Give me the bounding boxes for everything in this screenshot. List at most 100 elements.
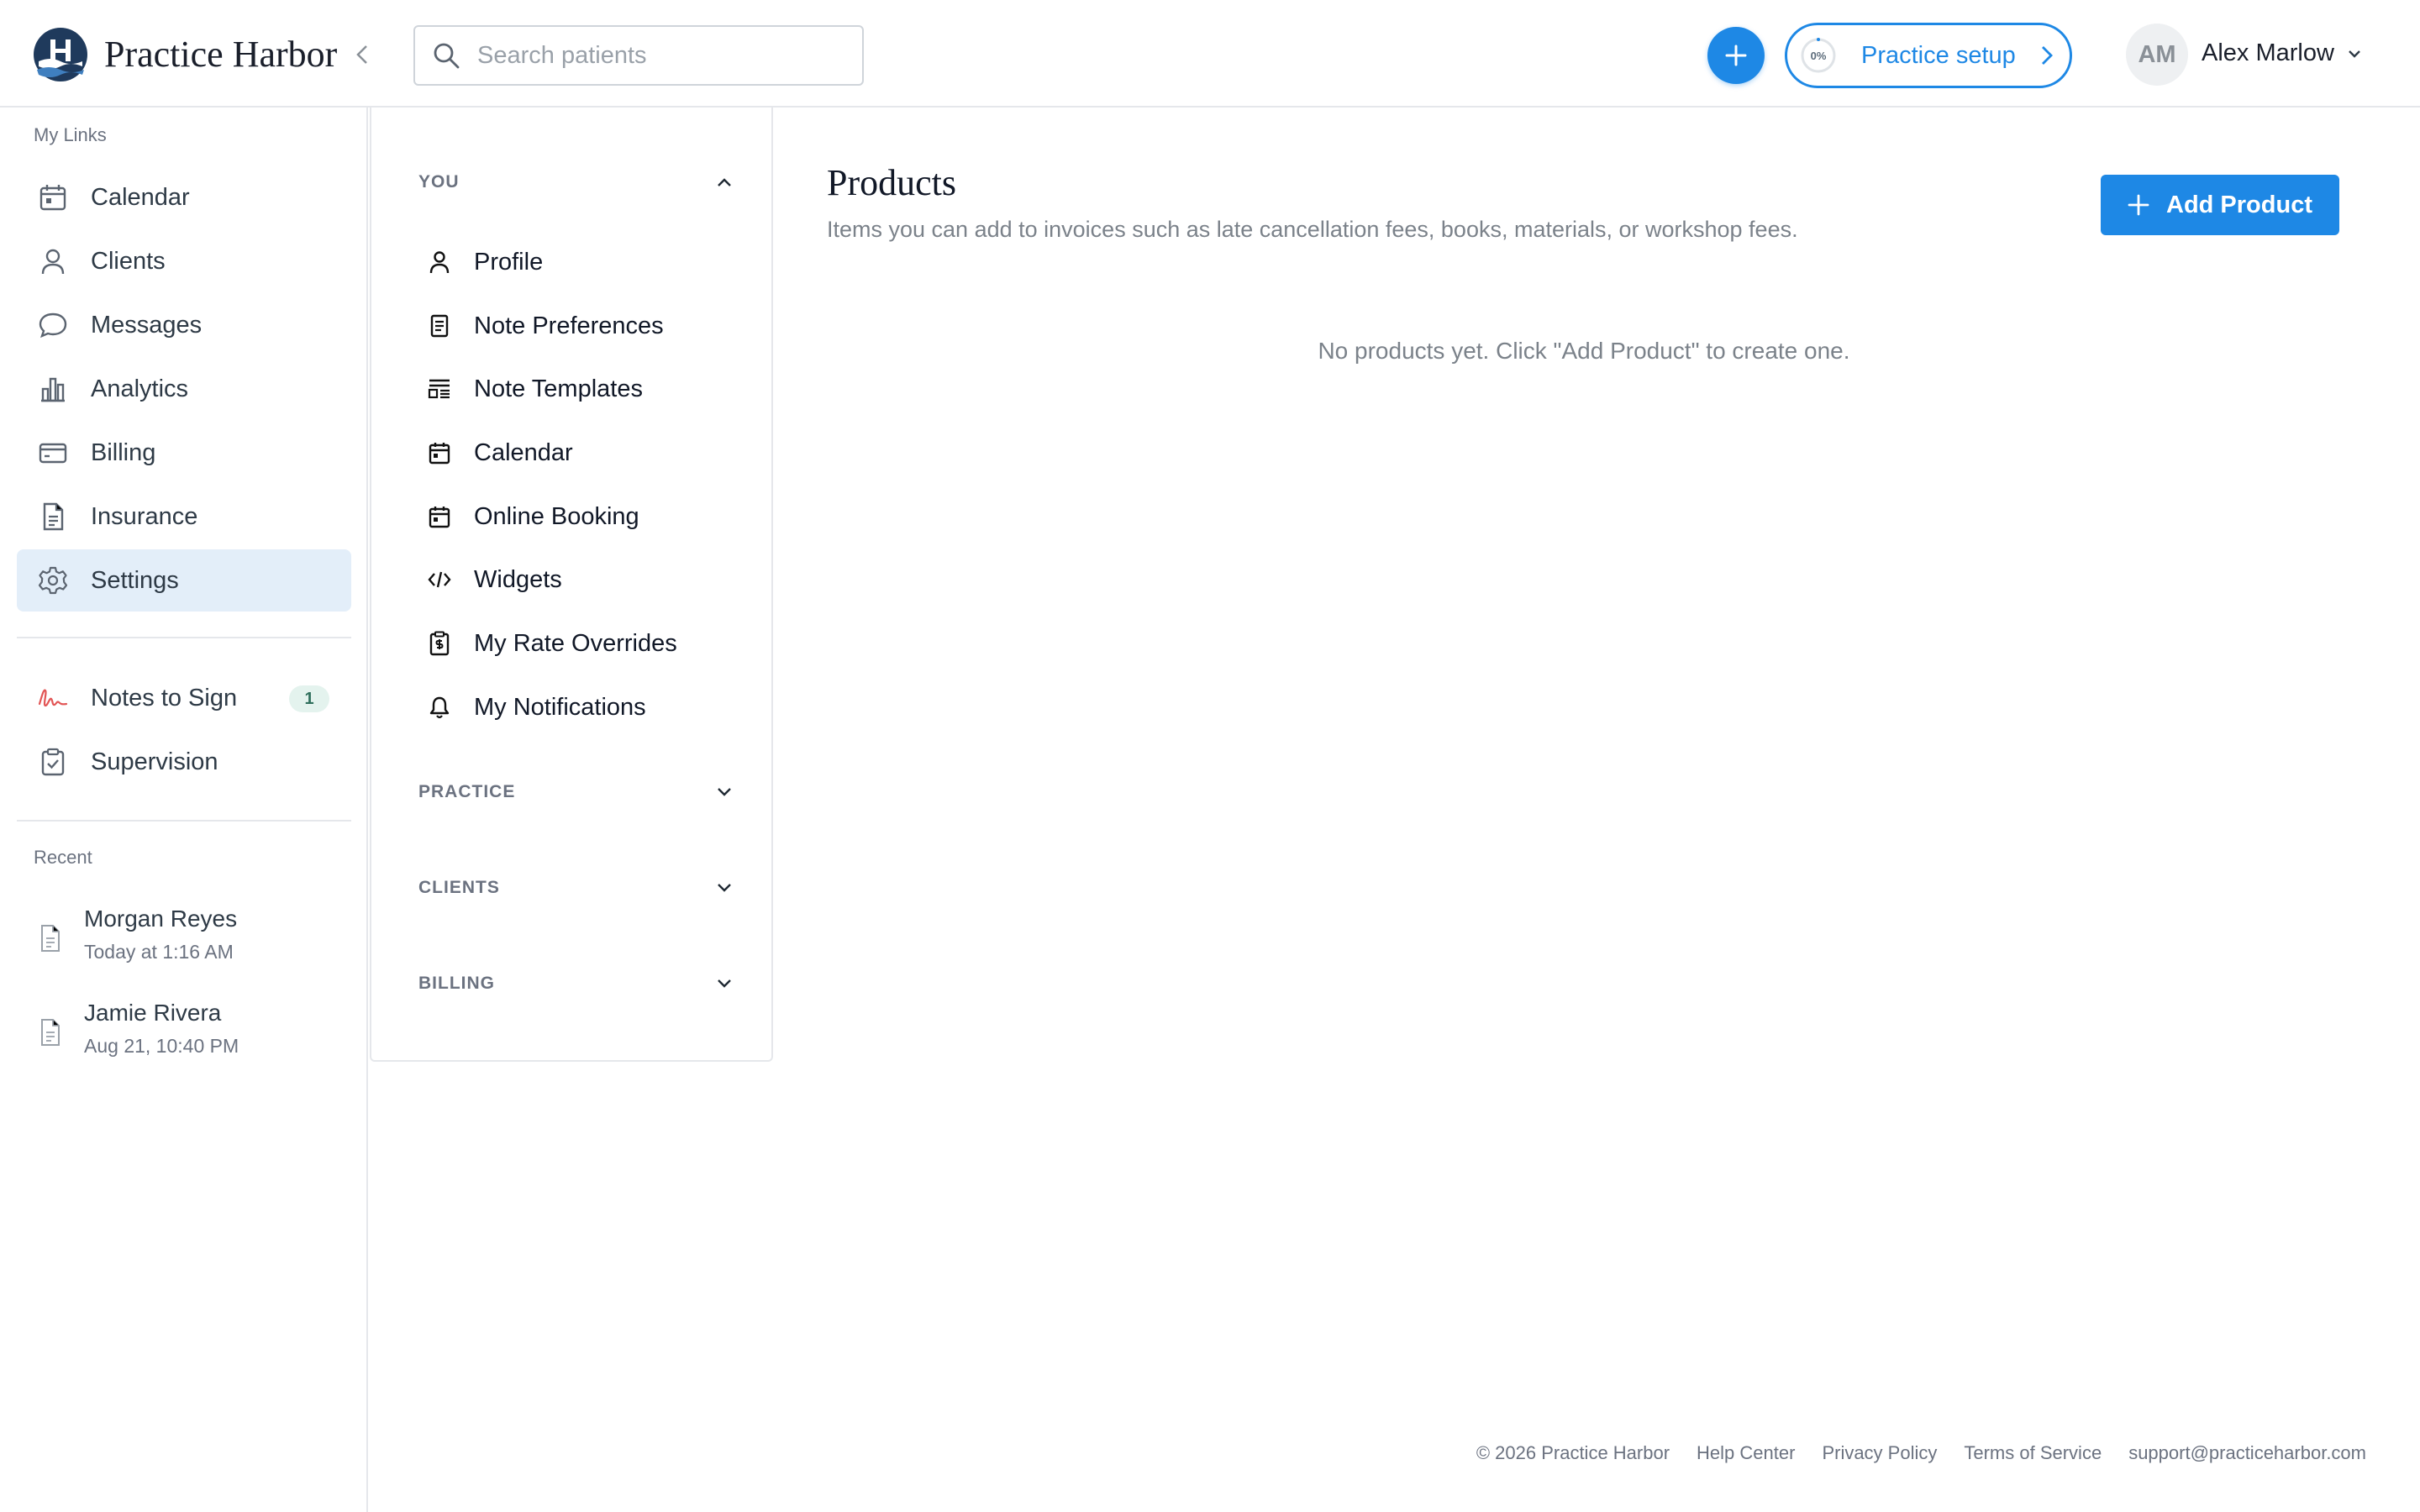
search-icon [434,43,460,69]
quick-add-button[interactable] [1707,27,1765,84]
recent-item-time: Aug 21, 10:40 PM [84,1035,239,1057]
document-icon [41,1019,60,1046]
notes-count-badge: 1 [289,685,329,712]
settings-group-you[interactable]: YOU [418,165,734,199]
chevron-down-icon[interactable] [2346,47,2363,60]
recent-item-name: Jamie Rivera [84,1000,222,1026]
clipboard-check-icon [37,746,69,778]
setup-label: Practice setup [1861,41,2016,69]
user-icon [37,245,69,277]
settings-group-clients[interactable]: CLIENTS [418,871,734,905]
settings-item-label: Profile [474,248,544,276]
footer-link-help-center[interactable]: Help Center [1697,1442,1795,1464]
settings-item-calendar[interactable]: Calendar [418,428,746,477]
sidebar-item-label: Supervision [91,748,218,775]
chevron-left-icon [356,45,367,64]
calendar-icon [427,440,452,465]
chevron-down-icon [718,788,731,796]
sidebar-item-label: Settings [91,566,179,594]
recent-item[interactable]: Jamie Rivera Aug 21, 10:40 PM [17,993,351,1077]
settings-group-label: BILLING [418,974,495,993]
settings-group-label: PRACTICE [418,782,516,801]
recent-item-time: Today at 1:16 AM [84,941,234,963]
settings-item-my-rate-overrides[interactable]: My Rate Overrides [418,619,746,668]
settings-item-label: Note Templates [474,375,643,402]
my-links-title: My Links [34,124,107,145]
footer-link-terms-of-service[interactable]: Terms of Service [1964,1442,2102,1464]
add-product-label: Add Product [2166,191,2312,218]
chevron-down-icon [718,979,731,988]
sidebar-item-label: Notes to Sign [91,684,238,711]
settings-group-label: CLIENTS [418,878,500,897]
recent-item[interactable]: Morgan Reyes Today at 1:16 AM [17,899,351,983]
settings-item-label: My Notifications [474,693,646,721]
document-icon [41,925,60,952]
practice-setup-button[interactable]: 0% Practice setup [1785,23,2072,88]
chevron-up-icon [718,178,731,186]
sidebar-item-messages[interactable]: Messages [17,294,351,356]
bell-icon [427,695,452,720]
plus-icon [1725,45,1747,66]
setup-progress-ring: 0% [1799,36,1838,75]
settings-item-label: My Rate Overrides [474,629,677,657]
sidebar-item-supervision[interactable]: Supervision [17,731,351,793]
note-icon [427,313,452,339]
settings-item-widgets[interactable]: Widgets [418,555,746,604]
footer-support-email[interactable]: support@practiceharbor.com [2128,1442,2366,1464]
footer-link-privacy-policy[interactable]: Privacy Policy [1822,1442,1937,1464]
settings-item-profile[interactable]: Profile [418,238,746,286]
person-icon [427,249,452,275]
chat-bubble-icon [37,309,69,341]
sidebar-item-calendar[interactable]: Calendar [17,166,351,228]
footer-copyright: © 2026 Practice Harbor [1476,1442,1670,1463]
collapse-sidebar-button[interactable] [350,40,375,69]
practice-harbor-logo[interactable] [34,28,87,81]
settings-group-practice[interactable]: PRACTICE [418,775,734,809]
brand-name: Practice Harbor [104,34,338,75]
sidebar-item-analytics[interactable]: Analytics [17,358,351,420]
sidebar-item-notes-to-sign[interactable]: Notes to Sign 1 [17,667,351,729]
settings-item-label: Widgets [474,565,562,593]
calendar-icon [37,181,69,213]
calendar-booking-icon [427,504,452,529]
sidebar-item-billing[interactable]: Billing [17,422,351,484]
settings-menu-panel: YOU Profile Note Preferences Note Templa… [370,108,773,1062]
search-box[interactable] [413,25,864,86]
sidebar-item-label: Calendar [91,183,190,211]
rate-clipboard-icon [427,631,452,656]
sidebar-item-label: Clients [91,247,166,275]
user-avatar[interactable]: AM [2126,24,2188,86]
settings-item-label: Calendar [474,438,573,466]
sidebar-item-label: Insurance [91,502,198,530]
sidebar-item-settings[interactable]: Settings [17,549,351,612]
code-icon [427,567,452,592]
settings-group-label: YOU [418,172,460,192]
empty-state-message: No products yet. Click "Add Product" to … [1318,338,1850,364]
settings-item-label: Online Booking [474,502,639,530]
sidebar-divider [17,820,351,822]
recent-title: Recent [34,847,92,868]
user-name[interactable]: Alex Marlow [2202,39,2334,67]
add-product-button[interactable]: Add Product [2101,175,2339,235]
credit-card-icon [37,437,69,469]
setup-progress-label: 0% [1810,49,1827,62]
sidebar-item-label: Messages [91,311,203,339]
settings-item-online-booking[interactable]: Online Booking [418,492,746,541]
search-input[interactable] [477,41,847,70]
settings-item-label: Note Preferences [474,312,664,339]
settings-item-note-templates[interactable]: Note Templates [418,365,746,413]
recent-item-name: Morgan Reyes [84,906,238,932]
gear-icon [37,564,69,596]
settings-item-my-notifications[interactable]: My Notifications [418,683,746,732]
page-subtitle: Items you can add to invoices such as la… [827,217,1798,242]
sidebar-item-label: Analytics [91,375,189,402]
sidebar-item-clients[interactable]: Clients [17,230,351,292]
settings-group-billing[interactable]: BILLING [418,967,734,1000]
sidebar-divider [17,637,351,638]
sidebar-item-insurance[interactable]: Insurance [17,486,351,548]
top-header: Practice Harbor 0% Practice setup AM Ale… [0,0,2420,108]
bar-chart-icon [37,373,69,405]
template-icon [427,376,452,402]
settings-item-note-preferences[interactable]: Note Preferences [418,302,746,350]
signature-icon [37,682,69,714]
